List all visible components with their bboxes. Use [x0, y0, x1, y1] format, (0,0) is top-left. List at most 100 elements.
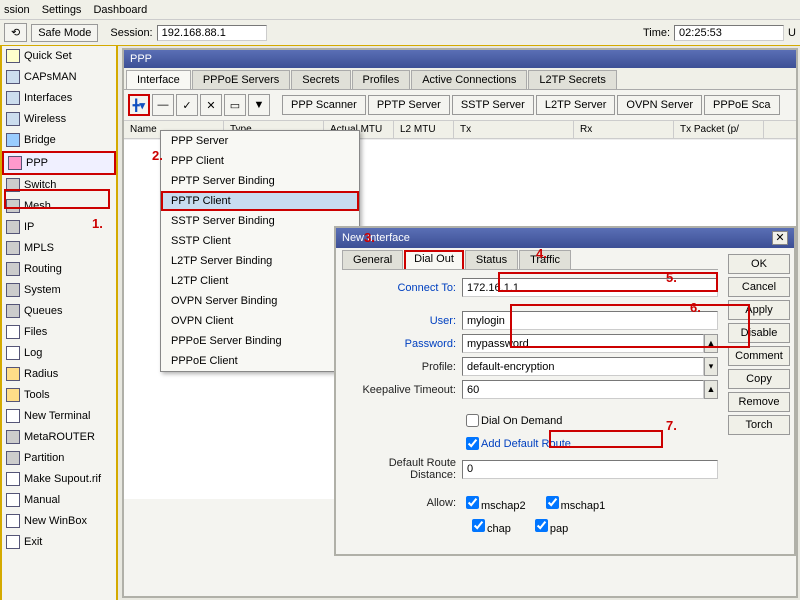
dropdown-item-l2tp-client[interactable]: L2TP Client: [161, 271, 359, 291]
sidebar-item-tools[interactable]: Tools: [2, 385, 116, 406]
sidebar-item-label: MPLS: [24, 242, 54, 254]
dialog-tab-traffic[interactable]: Traffic: [519, 250, 571, 269]
sidebar-item-files[interactable]: Files: [2, 322, 116, 343]
sidebar-item-routing[interactable]: Routing: [2, 259, 116, 280]
keepalive-input[interactable]: [462, 380, 704, 399]
menu-session[interactable]: ssion: [4, 4, 30, 16]
ppp-tab-pppoe-servers[interactable]: PPPoE Servers: [192, 70, 290, 89]
user-input[interactable]: [462, 311, 718, 330]
sidebar-item-mpls[interactable]: MPLS: [2, 238, 116, 259]
sidebar-item-interfaces[interactable]: Interfaces: [2, 88, 116, 109]
connect-to-input[interactable]: [462, 278, 718, 297]
filter-button[interactable]: ▼: [248, 94, 270, 116]
button-ppp-scanner[interactable]: PPP Scanner: [282, 95, 366, 115]
dropdown-item-ppp-server[interactable]: PPP Server: [161, 131, 359, 151]
time-label: Time:: [643, 27, 670, 39]
sidebar-item-label: MetaROUTER: [24, 431, 95, 443]
sidebar-item-ppp[interactable]: PPP: [2, 151, 116, 175]
password-toggle-icon[interactable]: ▲: [704, 334, 718, 353]
comment-button[interactable]: ▭: [224, 94, 246, 116]
ppp-tab-secrets[interactable]: Secrets: [291, 70, 350, 89]
button-pppoe-sca[interactable]: PPPoE Sca: [704, 95, 779, 115]
dialog-button-remove[interactable]: Remove: [728, 392, 790, 412]
sidebar-item-log[interactable]: Log: [2, 343, 116, 364]
sidebar-item-make-supout-rif[interactable]: Make Supout.rif: [2, 469, 116, 490]
profile-dropdown-icon[interactable]: ▾: [704, 357, 718, 376]
column-header[interactable]: Rx: [574, 121, 674, 138]
button-pptp-server[interactable]: PPTP Server: [368, 95, 450, 115]
safe-mode-button[interactable]: Safe Mode: [31, 24, 98, 42]
sidebar-item-capsman[interactable]: CAPsMAN: [2, 67, 116, 88]
ppp-tab-l2tp-secrets[interactable]: L2TP Secrets: [528, 70, 616, 89]
sidebar-item-exit[interactable]: Exit: [2, 532, 116, 553]
dialog-tab-dial-out[interactable]: Dial Out: [404, 250, 464, 269]
sidebar-item-new-terminal[interactable]: New Terminal: [2, 406, 116, 427]
dialog-button-disable[interactable]: Disable: [728, 323, 790, 343]
sidebar-item-metarouter[interactable]: MetaROUTER: [2, 427, 116, 448]
dialog-header: New Interface ✕: [336, 228, 794, 248]
dropdown-item-l2tp-server-binding[interactable]: L2TP Server Binding: [161, 251, 359, 271]
button-sstp-server[interactable]: SSTP Server: [452, 95, 534, 115]
dropdown-item-pptp-client[interactable]: PPTP Client: [161, 191, 359, 211]
sidebar-item-wireless[interactable]: Wireless: [2, 109, 116, 130]
remove-button[interactable]: —: [152, 94, 174, 116]
dropdown-item-pppoe-client[interactable]: PPPoE Client: [161, 351, 359, 371]
dropdown-item-ppp-client[interactable]: PPP Client: [161, 151, 359, 171]
column-header[interactable]: L2 MTU: [394, 121, 454, 138]
ppp-toolbar: ╋▾ — ✓ ✕ ▭ ▼ PPP ScannerPPTP ServerSSTP …: [124, 90, 796, 121]
close-icon[interactable]: ✕: [772, 231, 788, 245]
allow-mschap1[interactable]: mschap1: [542, 493, 606, 512]
sidebar-item-manual[interactable]: Manual: [2, 490, 116, 511]
enable-button[interactable]: ✓: [176, 94, 198, 116]
allow-pap[interactable]: pap: [531, 516, 568, 535]
disable-button[interactable]: ✕: [200, 94, 222, 116]
dialog-tab-general[interactable]: General: [342, 250, 403, 269]
dropdown-item-pptp-server-binding[interactable]: PPTP Server Binding: [161, 171, 359, 191]
dialog-tab-status[interactable]: Status: [465, 250, 518, 269]
sidebar-item-radius[interactable]: Radius: [2, 364, 116, 385]
undo-button[interactable]: ⟲: [4, 23, 27, 42]
column-header[interactable]: Tx: [454, 121, 574, 138]
dialog-button-torch[interactable]: Torch: [728, 415, 790, 435]
sidebar-item-bridge[interactable]: Bridge: [2, 130, 116, 151]
ppp-tab-profiles[interactable]: Profiles: [352, 70, 411, 89]
sidebar-item-quick-set[interactable]: Quick Set: [2, 46, 116, 67]
password-input[interactable]: [462, 334, 704, 353]
add-default-route-checkbox[interactable]: [466, 437, 479, 450]
dropdown-item-pppoe-server-binding[interactable]: PPPoE Server Binding: [161, 331, 359, 351]
ppp-window-title: PPP: [124, 50, 796, 68]
sidebar-icon: [6, 262, 20, 276]
dialog-button-comment[interactable]: Comment: [728, 346, 790, 366]
dial-on-demand-checkbox[interactable]: [466, 414, 479, 427]
default-route-distance-input[interactable]: [462, 460, 718, 479]
sidebar-item-mesh[interactable]: Mesh: [2, 196, 116, 217]
ppp-tab-active-connections[interactable]: Active Connections: [411, 70, 527, 89]
allow-chap[interactable]: chap: [468, 516, 511, 535]
dialog-button-cancel[interactable]: Cancel: [728, 277, 790, 297]
sidebar-item-queues[interactable]: Queues: [2, 301, 116, 322]
dialog-button-apply[interactable]: Apply: [728, 300, 790, 320]
sidebar-icon: [6, 91, 20, 105]
sidebar-item-switch[interactable]: Switch: [2, 175, 116, 196]
dropdown-item-ovpn-server-binding[interactable]: OVPN Server Binding: [161, 291, 359, 311]
column-header[interactable]: Tx Packet (p/: [674, 121, 764, 138]
sidebar-item-ip[interactable]: IP: [2, 217, 116, 238]
sidebar-icon: [6, 493, 20, 507]
dropdown-item-sstp-server-binding[interactable]: SSTP Server Binding: [161, 211, 359, 231]
sidebar-item-partition[interactable]: Partition: [2, 448, 116, 469]
sidebar-item-new-winbox[interactable]: New WinBox: [2, 511, 116, 532]
keepalive-toggle-icon[interactable]: ▲: [704, 380, 718, 399]
dialog-button-copy[interactable]: Copy: [728, 369, 790, 389]
sidebar-item-system[interactable]: System: [2, 280, 116, 301]
dialog-button-ok[interactable]: OK: [728, 254, 790, 274]
button-l2tp-server[interactable]: L2TP Server: [536, 95, 616, 115]
ppp-tab-interface[interactable]: Interface: [126, 70, 191, 89]
dropdown-item-sstp-client[interactable]: SSTP Client: [161, 231, 359, 251]
menu-settings[interactable]: Settings: [42, 4, 82, 16]
dropdown-item-ovpn-client[interactable]: OVPN Client: [161, 311, 359, 331]
profile-select[interactable]: [462, 357, 704, 376]
add-button[interactable]: ╋▾: [128, 94, 150, 116]
menu-dashboard[interactable]: Dashboard: [93, 4, 147, 16]
allow-mschap2[interactable]: mschap2: [462, 493, 526, 512]
button-ovpn-server[interactable]: OVPN Server: [617, 95, 702, 115]
